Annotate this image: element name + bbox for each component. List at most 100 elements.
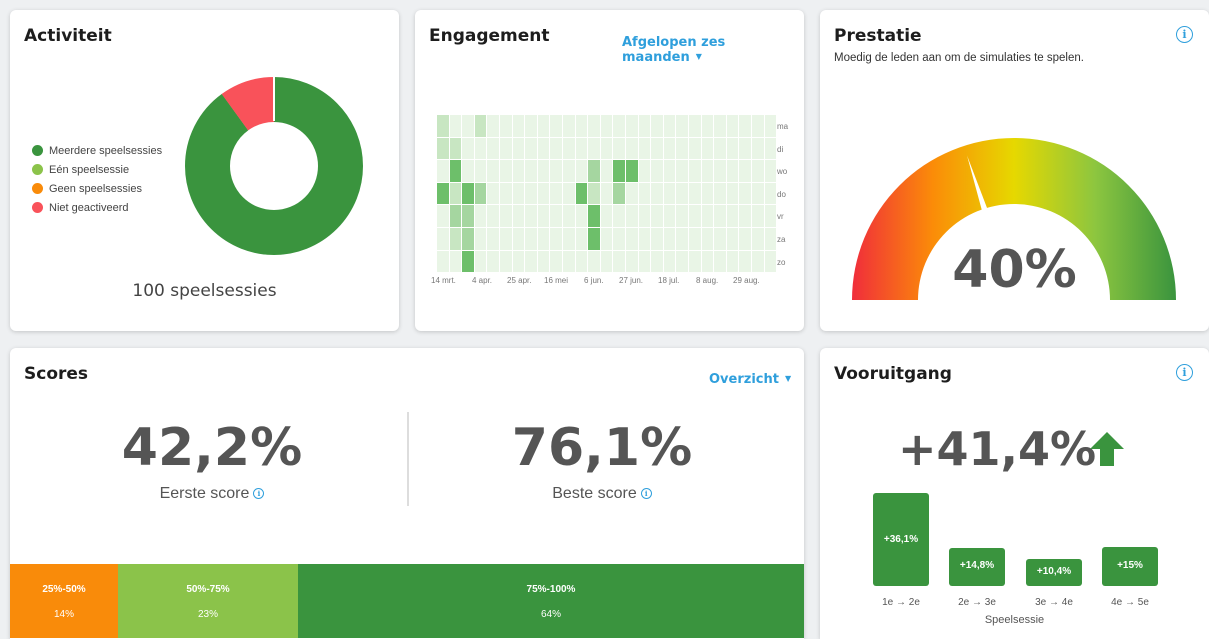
heatmap-cell[interactable]	[588, 228, 600, 250]
heatmap-cell[interactable]	[550, 137, 562, 160]
heatmap-cell[interactable]	[537, 228, 550, 250]
heatmap-cell[interactable]	[512, 250, 525, 273]
heatmap-cell[interactable]	[437, 182, 449, 205]
heatmap-cell[interactable]	[651, 228, 663, 250]
period-dropdown[interactable]: Afgelopen zes maanden ▼	[622, 35, 804, 65]
heatmap-cell[interactable]	[512, 182, 525, 205]
heatmap-cell[interactable]	[563, 160, 575, 182]
heatmap-cell[interactable]	[613, 250, 625, 273]
heatmap-cell[interactable]	[739, 205, 751, 227]
heatmap-cell[interactable]	[764, 228, 777, 250]
info-icon[interactable]: i	[253, 488, 265, 499]
heatmap-cell[interactable]	[550, 182, 562, 205]
heatmap-cell[interactable]	[462, 115, 474, 137]
heatmap-cell[interactable]	[525, 160, 537, 182]
heatmap-cell[interactable]	[462, 228, 474, 250]
heatmap-cell[interactable]	[701, 137, 714, 160]
heatmap-cell[interactable]	[663, 115, 676, 137]
heatmap-cell[interactable]	[638, 228, 651, 250]
heatmap-cell[interactable]	[613, 228, 625, 250]
heatmap-cell[interactable]	[575, 137, 588, 160]
heatmap-cell[interactable]	[437, 205, 449, 227]
heatmap-cell[interactable]	[550, 160, 562, 182]
heatmap-cell[interactable]	[651, 205, 663, 227]
heatmap-cell[interactable]	[764, 205, 777, 227]
heatmap-cell[interactable]	[550, 228, 562, 250]
heatmap-cell[interactable]	[462, 250, 474, 273]
heatmap-cell[interactable]	[588, 250, 600, 273]
heatmap-cell[interactable]	[500, 160, 512, 182]
heatmap-cell[interactable]	[689, 115, 701, 137]
heatmap-cell[interactable]	[575, 228, 588, 250]
heatmap-cell[interactable]	[739, 137, 751, 160]
heatmap-cell[interactable]	[726, 205, 739, 227]
heatmap-cell[interactable]	[512, 115, 525, 137]
heatmap-cell[interactable]	[525, 205, 537, 227]
heatmap-cell[interactable]	[474, 115, 487, 137]
heatmap-cell[interactable]	[449, 160, 462, 182]
heatmap-cell[interactable]	[651, 250, 663, 273]
heatmap-cell[interactable]	[676, 137, 688, 160]
heatmap-cell[interactable]	[474, 137, 487, 160]
heatmap-cell[interactable]	[449, 228, 462, 250]
heatmap-cell[interactable]	[563, 137, 575, 160]
heatmap-cell[interactable]	[663, 205, 676, 227]
heatmap-cell[interactable]	[701, 228, 714, 250]
heatmap-cell[interactable]	[575, 160, 588, 182]
heatmap-cell[interactable]	[462, 137, 474, 160]
heatmap-cell[interactable]	[726, 115, 739, 137]
heatmap-cell[interactable]	[588, 205, 600, 227]
heatmap-cell[interactable]	[500, 205, 512, 227]
heatmap-cell[interactable]	[512, 160, 525, 182]
heatmap-cell[interactable]	[600, 205, 613, 227]
heatmap-cell[interactable]	[613, 137, 625, 160]
heatmap-cell[interactable]	[550, 115, 562, 137]
heatmap-cell[interactable]	[600, 250, 613, 273]
heatmap-cell[interactable]	[500, 182, 512, 205]
heatmap-cell[interactable]	[752, 115, 764, 137]
heatmap-cell[interactable]	[474, 160, 487, 182]
heatmap-cell[interactable]	[752, 228, 764, 250]
heatmap-cell[interactable]	[714, 250, 726, 273]
heatmap-cell[interactable]	[487, 182, 499, 205]
heatmap-cell[interactable]	[752, 160, 764, 182]
heatmap-cell[interactable]	[500, 115, 512, 137]
heatmap-cell[interactable]	[752, 250, 764, 273]
heatmap-cell[interactable]	[500, 137, 512, 160]
info-icon[interactable]: i	[640, 488, 652, 499]
info-icon[interactable]: i	[1176, 364, 1193, 381]
heatmap-cell[interactable]	[575, 115, 588, 137]
heatmap-cell[interactable]	[588, 115, 600, 137]
heatmap-cell[interactable]	[474, 250, 487, 273]
heatmap-cell[interactable]	[651, 137, 663, 160]
heatmap-cell[interactable]	[537, 182, 550, 205]
heatmap-cell[interactable]	[449, 182, 462, 205]
heatmap-cell[interactable]	[638, 205, 651, 227]
heatmap-cell[interactable]	[764, 137, 777, 160]
heatmap-cell[interactable]	[676, 115, 688, 137]
heatmap-cell[interactable]	[487, 160, 499, 182]
heatmap-cell[interactable]	[663, 228, 676, 250]
heatmap-cell[interactable]	[537, 137, 550, 160]
heatmap-cell[interactable]	[613, 160, 625, 182]
heatmap-cell[interactable]	[525, 137, 537, 160]
heatmap-cell[interactable]	[437, 160, 449, 182]
heatmap-cell[interactable]	[449, 205, 462, 227]
heatmap-cell[interactable]	[437, 137, 449, 160]
heatmap-cell[interactable]	[726, 182, 739, 205]
heatmap-cell[interactable]	[701, 205, 714, 227]
heatmap-cell[interactable]	[487, 228, 499, 250]
heatmap-cell[interactable]	[600, 115, 613, 137]
heatmap-cell[interactable]	[651, 182, 663, 205]
heatmap-cell[interactable]	[651, 160, 663, 182]
heatmap-cell[interactable]	[537, 115, 550, 137]
heatmap-cell[interactable]	[626, 228, 638, 250]
heatmap-cell[interactable]	[512, 205, 525, 227]
heatmap-cell[interactable]	[638, 160, 651, 182]
heatmap-cell[interactable]	[714, 182, 726, 205]
heatmap-cell[interactable]	[626, 115, 638, 137]
heatmap-cell[interactable]	[726, 137, 739, 160]
heatmap-cell[interactable]	[764, 115, 777, 137]
heatmap-cell[interactable]	[563, 228, 575, 250]
heatmap-cell[interactable]	[462, 182, 474, 205]
